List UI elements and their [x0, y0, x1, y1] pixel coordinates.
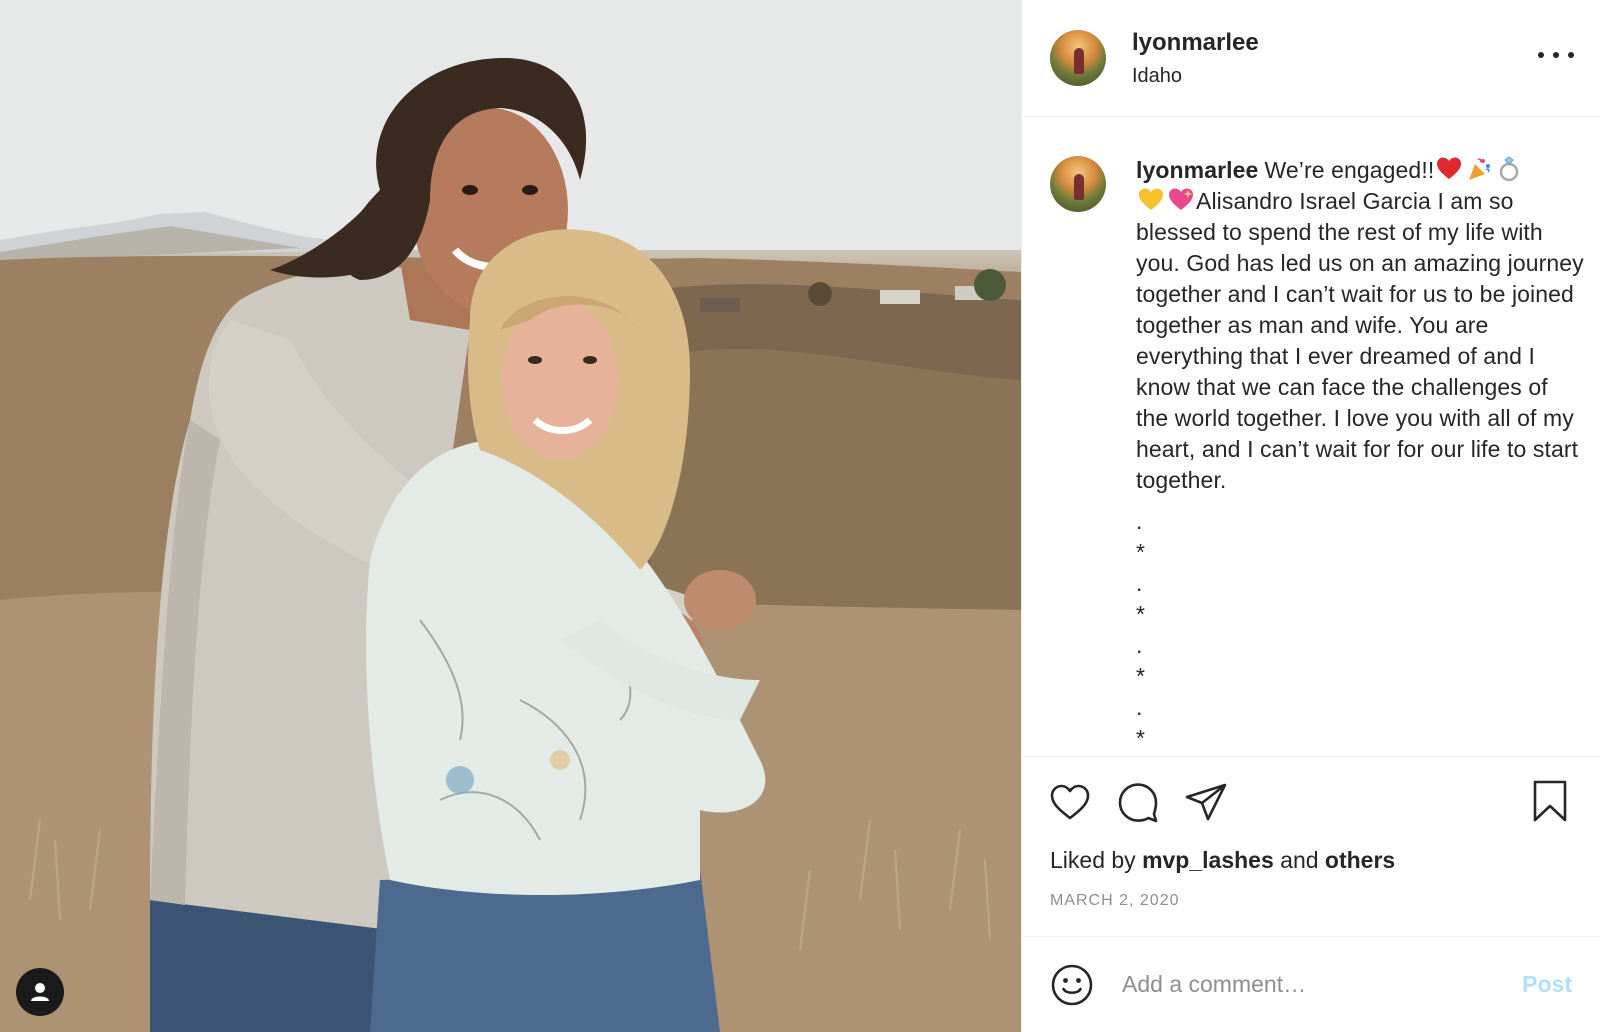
- post-sidebar: lyonmarlee Idaho lyonmarlee We’re engaged…: [1021, 0, 1600, 1032]
- likes-summary: Liked by mvp_lashes and others: [1022, 847, 1600, 874]
- yellow-heart-icon: [1139, 188, 1163, 210]
- more-dot-icon: [1568, 52, 1574, 58]
- post-header: lyonmarlee Idaho: [1022, 0, 1600, 117]
- tagged-users-button[interactable]: [16, 968, 64, 1016]
- header-username[interactable]: lyonmarlee: [1132, 29, 1259, 57]
- caption: lyonmarlee We’re engaged!! Alisandro Isra…: [1136, 155, 1584, 756]
- header-location[interactable]: Idaho: [1132, 65, 1259, 88]
- caption-text-1: We’re engaged!!: [1264, 157, 1435, 183]
- couple-photo-illustration: [0, 0, 1021, 1032]
- post-comment-button[interactable]: Post: [1522, 971, 1572, 998]
- emoji-picker-icon[interactable]: [1050, 963, 1094, 1007]
- sparkling-heart-icon: [1169, 188, 1193, 210]
- more-dot-icon: [1553, 52, 1559, 58]
- party-popper-icon: [1469, 158, 1491, 180]
- caption-avatar[interactable]: [1050, 156, 1106, 212]
- caption-filler-line: .: [1136, 508, 1143, 534]
- heart-icon[interactable]: [1048, 780, 1092, 824]
- caption-username[interactable]: lyonmarlee: [1136, 157, 1258, 183]
- comment-bar: Post: [1022, 936, 1600, 1032]
- caption-filler-line: *: [1136, 539, 1146, 565]
- red-heart-icon: [1437, 157, 1462, 179]
- caption-filler-line: .: [1136, 694, 1143, 720]
- caption-filler: . * . * . * . *: [1136, 506, 1584, 754]
- avatar[interactable]: [1050, 30, 1106, 86]
- likes-user-link[interactable]: mvp_lashes: [1142, 847, 1274, 873]
- more-options-button[interactable]: [1538, 42, 1574, 68]
- share-icon[interactable]: [1184, 780, 1228, 824]
- post-date[interactable]: MARCH 2, 2020: [1022, 892, 1600, 910]
- caption-filler-line: *: [1136, 601, 1146, 627]
- caption-filler-line: .: [1136, 632, 1143, 658]
- bookmark-icon[interactable]: [1528, 779, 1572, 823]
- caption-text-2: Alisandro Israel Garcia I am so blessed …: [1136, 188, 1584, 493]
- likes-prefix: Liked by: [1050, 847, 1136, 873]
- more-dot-icon: [1538, 52, 1544, 58]
- comment-icon[interactable]: [1116, 780, 1160, 824]
- likes-middle: and: [1280, 847, 1319, 873]
- ring-icon: [1500, 156, 1519, 182]
- comment-input[interactable]: [1120, 970, 1523, 999]
- caption-filler-line: *: [1136, 725, 1146, 751]
- header-names: lyonmarlee Idaho: [1132, 29, 1259, 88]
- likes-others-link[interactable]: others: [1325, 847, 1395, 873]
- action-bar: [1022, 757, 1600, 847]
- caption-filler-line: .: [1136, 570, 1143, 596]
- user-icon: [31, 983, 49, 1001]
- caption-area: lyonmarlee We’re engaged!! Alisandro Isra…: [1022, 117, 1600, 757]
- instagram-post: lyonmarlee Idaho lyonmarlee We’re engaged…: [0, 0, 1600, 1032]
- caption-filler-line: *: [1136, 663, 1146, 689]
- post-photo[interactable]: [0, 0, 1021, 1032]
